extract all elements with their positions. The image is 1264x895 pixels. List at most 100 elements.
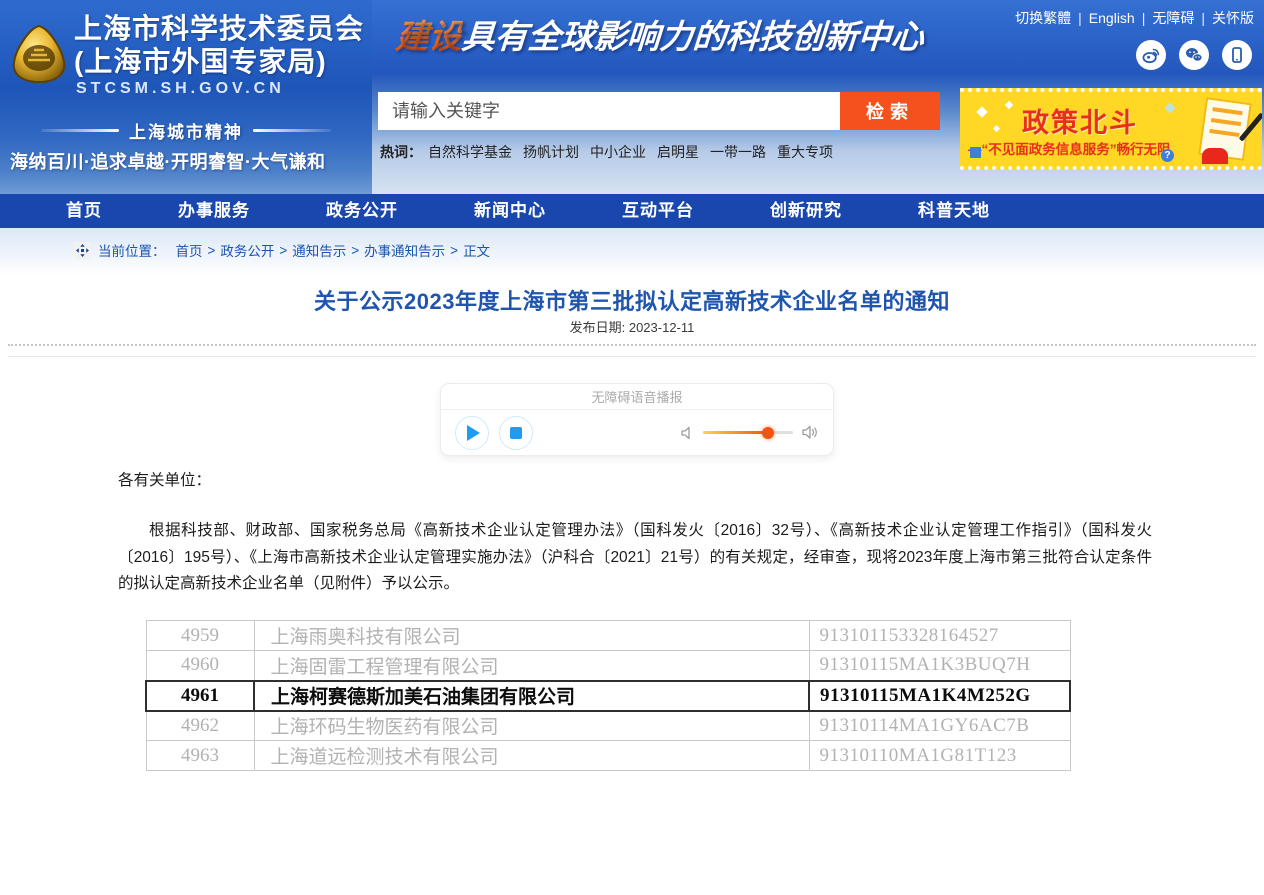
sparkle-icon: [1005, 101, 1013, 109]
hot-words-list: 自然科学基金扬帆计划中小企业启明星一带一路重大专项: [428, 142, 844, 162]
breadcrumb-link[interactable]: 首页: [176, 240, 203, 260]
date-value: 2023-12-11: [629, 320, 695, 335]
city-spirit-row: 上海城市精神: [0, 118, 372, 143]
stop-button[interactable]: [499, 416, 533, 450]
breadcrumb-link[interactable]: 正文: [463, 240, 490, 260]
social-icons-row: [1136, 40, 1252, 70]
article-title: 关于公示2023年度上海市第三批拟认定高新技术企业名单的通知: [0, 284, 1264, 316]
hot-word-link[interactable]: 扬帆计划: [523, 142, 579, 162]
credit-code-cell: 91310115MA1K3BUQ7H: [809, 651, 1070, 681]
thin-separator: [8, 356, 1256, 357]
hot-word-link[interactable]: 启明星: [657, 142, 699, 162]
nav-item[interactable]: 政务公开: [316, 194, 408, 228]
table-row[interactable]: 4959 上海雨奥科技有限公司 913101153328164527: [146, 621, 1070, 651]
search-input[interactable]: [378, 92, 840, 130]
volume-slider[interactable]: [703, 431, 793, 434]
table-row[interactable]: 4963 上海道远检测技术有限公司 91310110MA1G81T123: [146, 741, 1070, 771]
org-name-line1: 上海市科学技术委员会: [74, 12, 364, 45]
utility-link[interactable]: 切换繁體: [1015, 8, 1071, 28]
volume-knob[interactable]: [762, 427, 774, 439]
row-number-cell: 4959: [146, 621, 254, 651]
mobile-icon[interactable]: [1222, 40, 1252, 70]
breadcrumb-link[interactable]: 通知告示: [292, 240, 346, 260]
nav-item[interactable]: 创新研究: [760, 194, 852, 228]
company-name-cell: 上海固雷工程管理有限公司: [254, 651, 809, 681]
row-number-cell: 4961: [146, 681, 254, 711]
table-row[interactable]: 4962 上海环码生物医药有限公司 91310114MA1GY6AC7B: [146, 711, 1070, 741]
banner-subtitle: —“不见面政务信息服务”畅行无阻: [968, 138, 1171, 158]
banner-title: 政策北斗: [1022, 101, 1138, 140]
credit-code-cell: 91310110MA1G81T123: [809, 741, 1070, 771]
volume-zone: [680, 425, 819, 440]
divider: >: [450, 243, 458, 258]
nav-item[interactable]: 首页: [56, 194, 112, 228]
table-row[interactable]: 4961 上海柯赛德斯加美石油集团有限公司 91310115MA1K4M252G: [146, 681, 1070, 711]
nav-item-label: 互动平台: [622, 201, 694, 220]
accessibility-audio-player: 无障碍语音播报: [440, 383, 834, 456]
hot-words-label: 热词：: [380, 142, 422, 162]
decor-square: [970, 147, 981, 158]
play-icon: [467, 425, 480, 441]
salutation: 各有关单位：: [118, 468, 211, 490]
page: 上海市科学技术委员会 (上海市外国专家局) STCSM.SH.GOV.CN 上海…: [0, 0, 1264, 895]
location-move-icon: [74, 242, 91, 259]
row-number-cell: 4962: [146, 711, 254, 741]
company-name-cell: 上海环码生物医药有限公司: [254, 711, 809, 741]
main-nav: 首页 办事服务 政务公开 新闻中心 互动平台 创新研究 科普天地: [0, 194, 1264, 228]
nav-item[interactable]: 科普天地: [908, 194, 1000, 228]
table-row[interactable]: 4960 上海固雷工程管理有限公司 91310115MA1K3BUQ7H: [146, 651, 1070, 681]
wechat-icon[interactable]: [1179, 40, 1209, 70]
sparkle-icon: [1164, 102, 1175, 113]
play-button[interactable]: [455, 416, 489, 450]
slogan-rest: 具有全球影响力的科技创新中心: [460, 17, 925, 56]
divider: |: [1201, 10, 1205, 26]
header-slogan: 建设具有全球影响力的科技创新中心: [394, 10, 957, 58]
credit-code-cell: 91310114MA1GY6AC7B: [809, 711, 1070, 741]
hot-word-link[interactable]: 一带一路: [710, 142, 766, 162]
site-logo: [8, 22, 70, 86]
volume-high-icon: [802, 425, 819, 440]
volume-low-icon: [680, 426, 694, 440]
weibo-icon[interactable]: [1136, 40, 1166, 70]
question-mark-icon: ?: [1161, 149, 1174, 162]
hot-word-link[interactable]: 自然科学基金: [428, 142, 512, 162]
company-name-cell: 上海柯赛德斯加美石油集团有限公司: [254, 681, 809, 711]
credit-code-cell: 91310115MA1K4M252G: [809, 681, 1070, 711]
hot-words-row: 热词： 自然科学基金扬帆计划中小企业启明星一带一路重大专项: [380, 142, 844, 162]
nav-item-label: 新闻中心: [474, 201, 546, 220]
spirit-line-right: [253, 129, 331, 132]
slogan-highlight: 建设: [394, 17, 463, 56]
search-bar: 检索: [378, 92, 940, 130]
player-controls: [441, 410, 833, 455]
hot-word-link[interactable]: 重大专项: [777, 142, 833, 162]
search-button[interactable]: 检索: [840, 92, 940, 130]
utility-link[interactable]: 关怀版: [1212, 8, 1254, 28]
credit-code-cell: 913101153328164527: [809, 621, 1070, 651]
breadcrumb-link[interactable]: 政务公开: [220, 240, 274, 260]
stop-icon: [510, 427, 522, 439]
sparkle-icon: [976, 106, 987, 117]
hand-illustration: [1202, 148, 1228, 164]
breadcrumb-link[interactable]: 办事通知告示: [364, 240, 445, 260]
nav-item-label: 办事服务: [178, 201, 250, 220]
org-name-block: 上海市科学技术委员会 (上海市外国专家局): [74, 12, 364, 78]
row-number-cell: 4960: [146, 651, 254, 681]
policy-beidou-banner[interactable]: 政策北斗 —“不见面政务信息服务”畅行无阻 ?: [960, 88, 1262, 170]
nav-item[interactable]: 新闻中心: [464, 194, 556, 228]
row-number-cell: 4963: [146, 741, 254, 771]
utility-link[interactable]: 无障碍: [1152, 8, 1194, 28]
utility-link[interactable]: English: [1089, 10, 1135, 26]
top-utility-links: 切换繁體|English|无障碍|关怀版: [1015, 8, 1254, 28]
org-name-line2: (上海市外国专家局): [74, 45, 364, 78]
divider: >: [279, 243, 287, 258]
breadcrumb-items: 首页>政务公开>通知告示>办事通知告示>正文: [176, 240, 491, 260]
hot-word-link[interactable]: 中小企业: [590, 142, 646, 162]
article-date: 发布日期: 2023-12-11: [0, 317, 1264, 336]
date-label: 发布日期:: [570, 320, 626, 335]
company-table-body: 4959 上海雨奥科技有限公司 913101153328164527 4960 …: [146, 621, 1070, 771]
nav-item[interactable]: 互动平台: [612, 194, 704, 228]
nav-item[interactable]: 办事服务: [168, 194, 260, 228]
article-paragraph: 根据科技部、财政部、国家税务总局《高新技术企业认定管理办法》（国科发火〔2016…: [118, 518, 1152, 598]
dotted-separator: [8, 344, 1256, 346]
company-table: 4959 上海雨奥科技有限公司 913101153328164527 4960 …: [145, 620, 1071, 771]
